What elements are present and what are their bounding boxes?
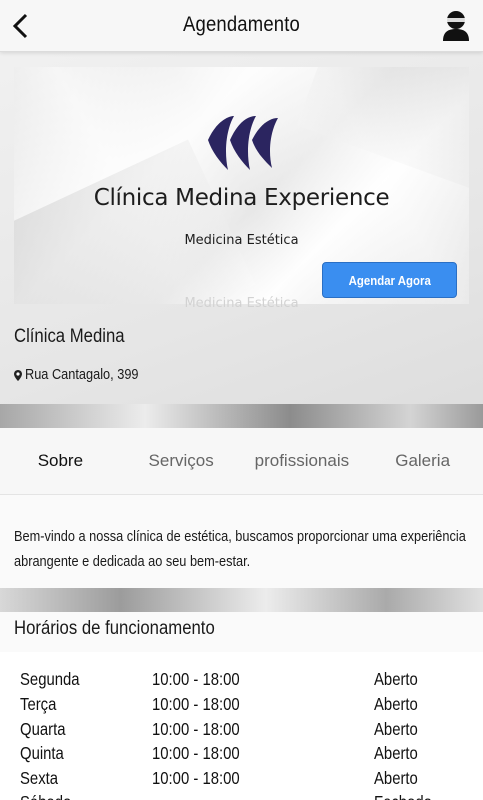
- hours-row: Segunda 10:00 - 18:00 Aberto: [20, 669, 460, 693]
- user-icon: [443, 11, 469, 41]
- hours-row: Quarta 10:00 - 18:00 Aberto: [20, 719, 460, 743]
- hours-title: Horários de funcionamento: [14, 618, 215, 639]
- hours-time: 10:00 - 18:00: [152, 694, 240, 714]
- hours-time: 10:00 - 18:00: [152, 743, 240, 763]
- hours-status: Aberto: [374, 694, 418, 714]
- hours-day: Quinta: [20, 743, 64, 763]
- chevron-left-icon: [12, 13, 28, 39]
- divider-band: [0, 404, 483, 428]
- hours-status: Aberto: [374, 768, 418, 788]
- tab-bar: Sobre Serviços profissionais Galeria: [0, 428, 483, 494]
- hours-header: Horários de funcionamento: [0, 612, 483, 652]
- hours-day: Sábado: [20, 792, 71, 800]
- book-now-label: Agendar Agora: [348, 272, 431, 288]
- map-pin-icon: [14, 369, 22, 381]
- hours-status: Aberto: [374, 719, 418, 739]
- hours-row: Terça 10:00 - 18:00 Aberto: [20, 694, 460, 718]
- hours-day: Sexta: [20, 768, 59, 788]
- address-text: Rua Cantagalo, 399: [25, 367, 139, 383]
- profile-button[interactable]: [439, 8, 473, 44]
- divider-band: [0, 588, 483, 612]
- hours-status: Aberto: [374, 669, 418, 689]
- tab-galeria[interactable]: Galeria: [362, 451, 483, 471]
- about-section: Bem-vindo a nossa clínica de estética, b…: [0, 494, 483, 588]
- hours-status: Fechado: [374, 792, 432, 800]
- hours-table: Segunda 10:00 - 18:00 Aberto Terça 10:00…: [0, 652, 483, 800]
- hours-day: Terça: [20, 694, 57, 714]
- tab-sobre[interactable]: Sobre: [0, 451, 121, 471]
- hours-day: Quarta: [20, 719, 66, 739]
- hours-row: Sexta 10:00 - 18:00 Aberto: [20, 768, 460, 792]
- about-text: Bem-vindo a nossa clínica de estética, b…: [14, 529, 466, 570]
- hero-ghost-text: Medicina Estética: [184, 296, 299, 311]
- tab-servicos[interactable]: Serviços: [121, 451, 242, 471]
- hours-time: 10:00 - 18:00: [152, 768, 240, 788]
- clinic-logo-icon: [208, 116, 278, 170]
- hours-row: Quinta 10:00 - 18:00 Aberto: [20, 743, 460, 767]
- hero-subtitle: Medicina Estética: [184, 233, 299, 248]
- clinic-name: Clínica Medina: [14, 326, 125, 347]
- hours-status: Aberto: [374, 743, 418, 763]
- page-title: Agendamento: [182, 13, 301, 36]
- hero-title: Clínica Medina Experience: [93, 185, 390, 211]
- hours-row: Sábado Fechado: [20, 792, 460, 800]
- app-header: Agendamento: [0, 0, 483, 52]
- tab-profissionais[interactable]: profissionais: [242, 451, 363, 471]
- clinic-address: Rua Cantagalo, 399: [14, 367, 154, 383]
- hours-time: 10:00 - 18:00: [152, 669, 240, 689]
- hours-time: 10:00 - 18:00: [152, 719, 240, 739]
- hours-day: Segunda: [20, 669, 80, 689]
- book-now-button[interactable]: Agendar Agora: [322, 262, 457, 298]
